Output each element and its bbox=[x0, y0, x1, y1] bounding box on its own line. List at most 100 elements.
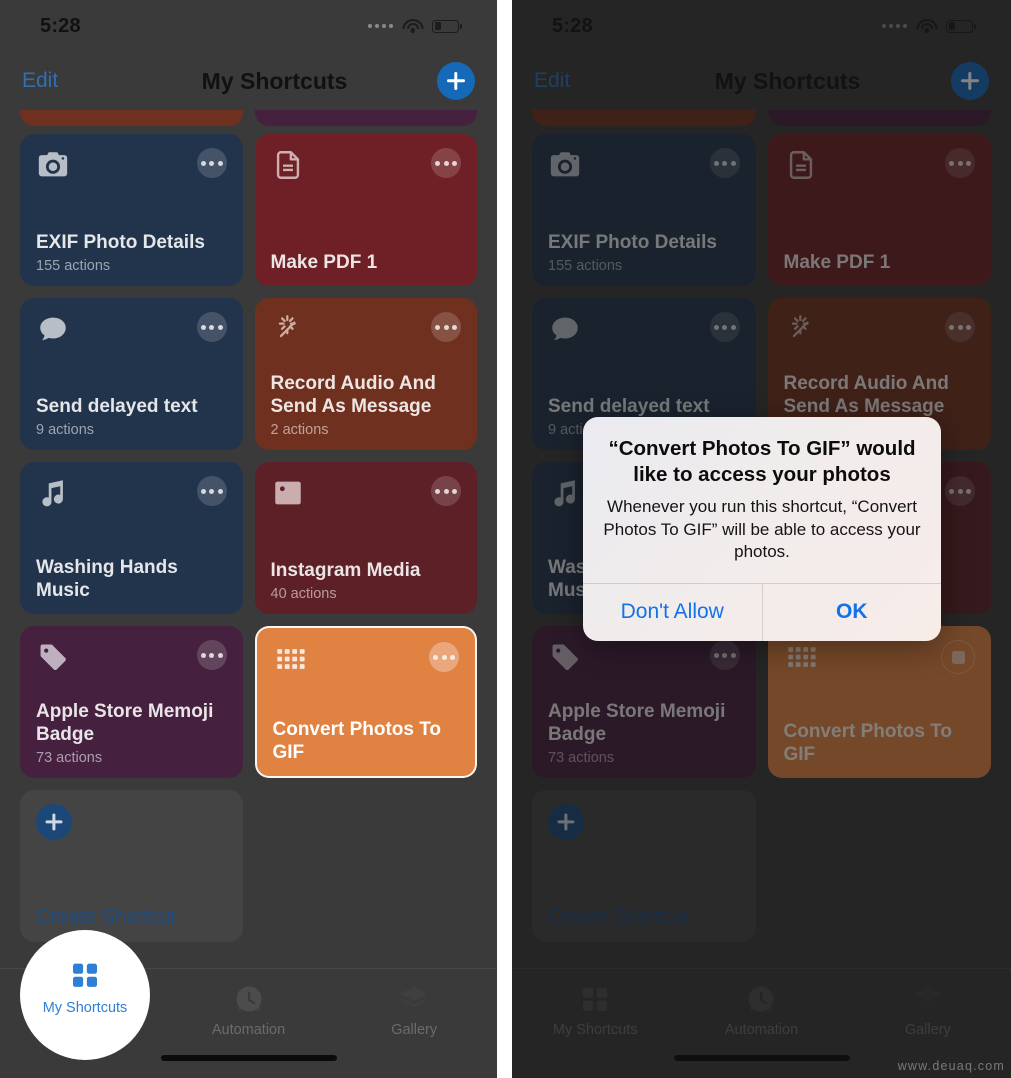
clock-icon bbox=[744, 983, 778, 1015]
shortcut-tile-make-pdf-1[interactable]: Make PDF 1 bbox=[767, 134, 991, 286]
message-bubble-icon bbox=[548, 312, 582, 346]
shortcut-tile-washing-hands-music[interactable]: Washing Hands Music bbox=[20, 462, 243, 614]
tile-title: Convert Photos To GIF bbox=[272, 719, 442, 763]
tab-automation[interactable]: Automation bbox=[166, 983, 332, 1038]
page-title: My Shortcuts bbox=[714, 67, 861, 94]
tile-subtitle: 155 actions bbox=[36, 258, 111, 274]
tile-title: Apple Store Memoji Badge bbox=[36, 701, 214, 745]
phone-panel-right: 5:28 Edit My Shortcuts EXIF Photo Detail… bbox=[512, 0, 1011, 1078]
tile-more-button[interactable] bbox=[709, 148, 740, 178]
tile-title: EXIF Photo Details bbox=[36, 231, 205, 253]
tile-more-button[interactable] bbox=[709, 640, 740, 670]
home-indicator bbox=[160, 1055, 337, 1061]
tab-gallery[interactable]: Gallery bbox=[331, 983, 497, 1038]
home-indicator bbox=[673, 1055, 850, 1061]
shortcut-tile-send-delayed-text[interactable]: Send delayed text 9 actions bbox=[20, 298, 243, 450]
tile-subtitle: 155 actions bbox=[548, 258, 623, 274]
tile-header bbox=[36, 476, 227, 510]
shortcuts-grid: EXIF Photo Details 155 actions Make PDF … bbox=[20, 110, 477, 942]
tile-subtitle: 9 actions bbox=[36, 422, 95, 438]
tab-my-shortcuts[interactable]: My Shortcuts bbox=[512, 983, 678, 1038]
shortcut-tile-record-audio-send-as-message[interactable]: Record Audio And Send As Message 2 actio… bbox=[254, 298, 477, 450]
status-indicators bbox=[882, 18, 976, 34]
add-shortcut-button[interactable] bbox=[951, 62, 989, 100]
tile-more-button[interactable] bbox=[196, 312, 227, 342]
stop-icon[interactable] bbox=[941, 640, 975, 674]
tile-text: EXIF Photo Details 155 actions bbox=[548, 232, 740, 274]
tile-text: Washing Hands Music bbox=[36, 557, 227, 602]
shortcut-tile-apple-store-memoji-badge[interactable]: Apple Store Memoji Badge 73 actions bbox=[532, 626, 756, 778]
tile-more-button[interactable] bbox=[429, 642, 459, 672]
tile-more-button[interactable] bbox=[196, 640, 227, 670]
add-shortcut-button[interactable] bbox=[437, 62, 475, 100]
tile-title: Apple Store Memoji Badge bbox=[548, 701, 726, 745]
plus-circle-icon bbox=[548, 804, 584, 840]
shortcuts-app-screen-left: 5:28 Edit My Shortcuts EXIF Photo Detail… bbox=[0, 0, 497, 1078]
tile-text: Convert Photos To GIF bbox=[784, 721, 976, 766]
ok-button[interactable]: OK bbox=[761, 583, 942, 641]
tile-header bbox=[36, 640, 227, 674]
shortcut-tile-apple-store-memoji-badge[interactable]: Apple Store Memoji Badge 73 actions bbox=[20, 626, 243, 778]
alert-actions: Don't Allow OK bbox=[583, 582, 942, 641]
tile-title: EXIF Photo Details bbox=[548, 231, 717, 253]
tile-header bbox=[271, 312, 461, 346]
edit-button[interactable]: Edit bbox=[534, 69, 624, 93]
tile-more-button[interactable] bbox=[945, 148, 975, 178]
create-shortcut-tile[interactable]: Create Shortcut bbox=[532, 790, 756, 942]
tile-text: Create Shortcut bbox=[548, 906, 740, 930]
tile-header bbox=[784, 640, 975, 674]
shortcut-tile-make-pdf-1[interactable]: Make PDF 1 bbox=[254, 134, 477, 286]
tile-stub-left bbox=[20, 110, 243, 126]
tile-more-button[interactable] bbox=[431, 476, 461, 506]
tile-more-button[interactable] bbox=[196, 476, 227, 506]
create-shortcut-label: Create Shortcut bbox=[36, 906, 177, 929]
tile-more-button[interactable] bbox=[945, 312, 975, 342]
tab-label: My Shortcuts bbox=[552, 1022, 638, 1038]
tab-automation[interactable]: Automation bbox=[678, 983, 844, 1038]
clock-icon bbox=[232, 983, 266, 1015]
tile-title: Make PDF 1 bbox=[270, 251, 378, 273]
tile-stub-right bbox=[254, 110, 477, 126]
shortcut-tile-exif-photo-details[interactable]: EXIF Photo Details 155 actions bbox=[532, 134, 756, 286]
shortcut-tile-instagram-media[interactable]: Instagram Media 40 actions bbox=[254, 462, 477, 614]
page-title: My Shortcuts bbox=[201, 67, 348, 94]
create-shortcut-tile[interactable]: Create Shortcut bbox=[20, 790, 243, 942]
plus-circle-icon bbox=[36, 804, 72, 840]
dont-allow-button[interactable]: Don't Allow bbox=[583, 584, 762, 641]
edit-button[interactable]: Edit bbox=[22, 69, 112, 93]
tab-my-shortcuts-highlight[interactable]: My Shortcuts bbox=[20, 930, 150, 1060]
camera-icon bbox=[548, 148, 582, 182]
status-clock: 5:28 bbox=[40, 14, 81, 37]
layers-icon bbox=[911, 983, 945, 1015]
tab-label: Automation bbox=[211, 1022, 286, 1038]
tile-stub-right bbox=[767, 110, 991, 126]
tile-more-button[interactable] bbox=[196, 148, 227, 178]
tile-more-button[interactable] bbox=[431, 312, 461, 342]
tile-subtitle: 73 actions bbox=[548, 750, 615, 766]
tile-more-button[interactable] bbox=[709, 312, 740, 342]
tile-more-button[interactable] bbox=[945, 476, 975, 506]
message-bubble-icon bbox=[36, 312, 70, 346]
shortcuts-grid-container[interactable]: EXIF Photo Details 155 actions Make PDF … bbox=[0, 110, 497, 968]
tile-header bbox=[548, 640, 740, 674]
tab-label-highlighted: My Shortcuts bbox=[42, 999, 128, 1016]
cellular-dots-icon bbox=[368, 24, 393, 28]
tile-title: Send delayed text bbox=[36, 395, 198, 417]
tile-header bbox=[271, 148, 461, 182]
navigation-bar: Edit My Shortcuts bbox=[512, 52, 1011, 110]
layers-icon bbox=[397, 983, 431, 1015]
watermark: www.deuaq.com bbox=[897, 1059, 1005, 1073]
status-indicators bbox=[368, 18, 462, 34]
tile-more-button[interactable] bbox=[431, 148, 461, 178]
shortcut-tile-exif-photo-details[interactable]: EXIF Photo Details 155 actions bbox=[20, 134, 243, 286]
shortcut-tile-convert-photos-to-gif[interactable]: Convert Photos To GIF bbox=[767, 626, 991, 778]
cellular-dots-icon bbox=[882, 24, 907, 28]
tile-stub-left bbox=[532, 110, 756, 126]
alert-message: Whenever you run this shortcut, “Convert… bbox=[603, 497, 921, 561]
tile-header bbox=[36, 804, 227, 840]
wifi-icon bbox=[916, 18, 937, 34]
tab-gallery[interactable]: Gallery bbox=[845, 983, 1011, 1038]
tile-header bbox=[548, 148, 740, 182]
shortcut-tile-convert-photos-to-gif[interactable]: Convert Photos To GIF bbox=[254, 626, 477, 778]
grid-dots-icon bbox=[784, 640, 818, 674]
